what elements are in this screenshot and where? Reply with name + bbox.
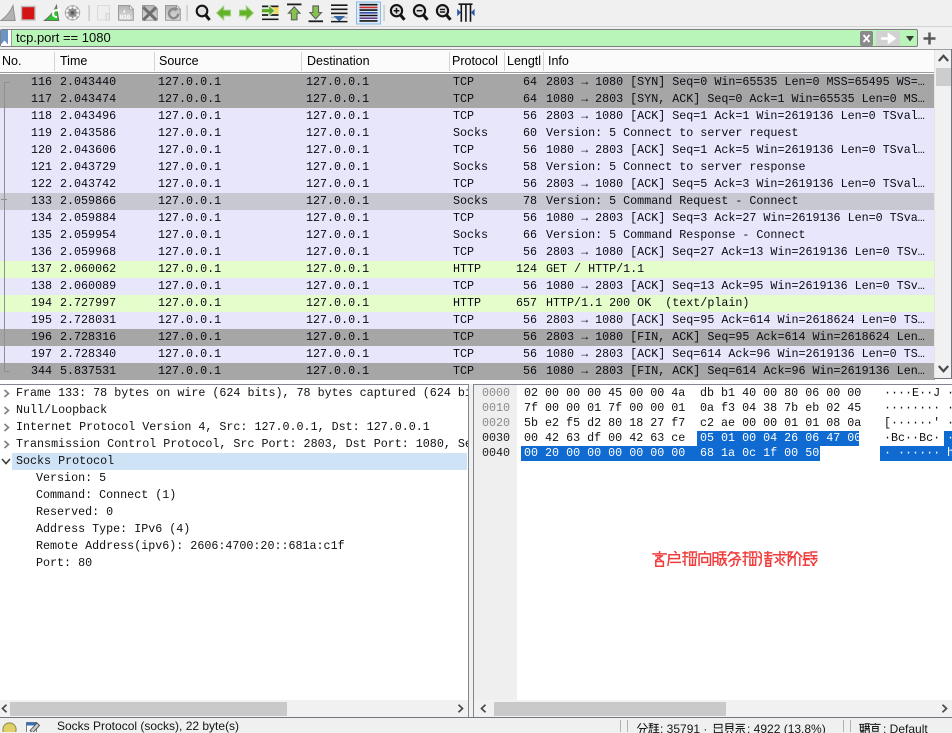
svg-text:: 4922 (13.8%): : 4922 (13.8%) — [747, 723, 826, 733]
svg-text:010: 010 — [120, 14, 131, 21]
svg-text:: Default: : Default — [883, 723, 928, 733]
svg-text:: 35791 ·: : 35791 · — [660, 723, 707, 733]
